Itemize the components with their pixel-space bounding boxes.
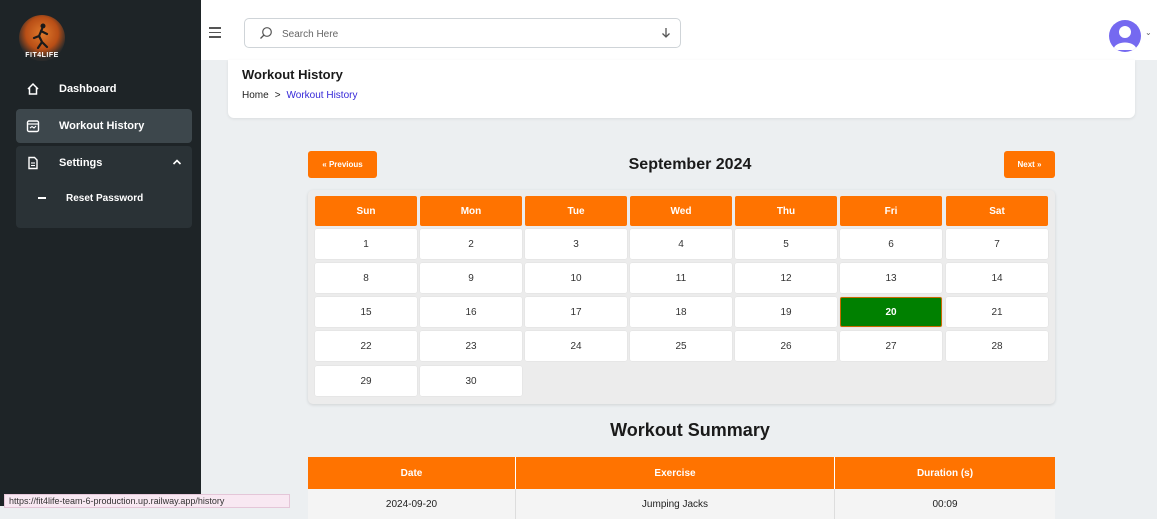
calendar-day-5[interactable]: 5	[735, 229, 837, 259]
runner-icon	[32, 23, 49, 49]
cell-date: 2024-09-20	[308, 489, 516, 519]
menu-icon[interactable]	[209, 27, 221, 41]
sidebar-subitem-reset-password[interactable]: Reset Password	[16, 180, 192, 216]
sidebar-item-workout-history[interactable]: Workout History	[16, 109, 192, 143]
sidebar-item-label: Dashboard	[59, 83, 117, 95]
calendar-day-19[interactable]: 19	[735, 297, 837, 327]
calendar-day-9[interactable]: 9	[420, 263, 522, 293]
calendar-day-25[interactable]: 25	[630, 331, 732, 361]
calendar-day-17[interactable]: 17	[525, 297, 627, 327]
calendar-day-18[interactable]: 18	[630, 297, 732, 327]
calendar-day-1[interactable]: 1	[315, 229, 417, 259]
document-icon	[26, 156, 40, 170]
sidebar-item-dashboard[interactable]: Dashboard	[16, 72, 192, 106]
calendar-day-6[interactable]: 6	[840, 229, 942, 259]
calendar-day-8[interactable]: 8	[315, 263, 417, 293]
calendar-grid: Sun Mon Tue Wed Thu Fri Sat 1 2 3 4 5 6 7 8 9 10 11 12 13 14…	[308, 190, 1055, 404]
page-title: Workout History	[242, 67, 343, 82]
breadcrumb: Home > Workout History	[242, 90, 357, 101]
cell-duration: 00:09	[932, 498, 958, 510]
weekday-header-sun: Sun	[315, 196, 417, 226]
sidebar-subitem-label: Reset Password	[66, 192, 144, 204]
table-row: 2024-09-20 Jumping Jacks 00:09	[308, 489, 1055, 519]
search-icon	[259, 26, 273, 45]
sidebar-item-label: Workout History	[59, 120, 145, 132]
weekday-header-mon: Mon	[420, 196, 522, 226]
calendar-day-4[interactable]: 4	[630, 229, 732, 259]
sidebar-nav: Dashboard Workout History Settings Reset…	[16, 72, 192, 228]
weekday-header-tue: Tue	[525, 196, 627, 226]
search-input[interactable]	[280, 25, 614, 43]
column-header-date: Date	[308, 457, 516, 489]
search-box	[244, 18, 681, 48]
weekday-header-thu: Thu	[735, 196, 837, 226]
column-header-exercise: Exercise	[516, 457, 835, 489]
calendar-day-20[interactable]: 20	[840, 297, 942, 327]
chevron-down-icon[interactable]: ⌄	[1145, 28, 1152, 37]
chevron-up-icon	[172, 157, 182, 169]
download-arrow-icon[interactable]	[660, 26, 672, 45]
calendar-day-14[interactable]: 14	[946, 263, 1048, 293]
cell-exercise: Jumping Jacks	[516, 489, 835, 519]
calendar-day-13[interactable]: 13	[840, 263, 942, 293]
app-logo[interactable]: FIT4LIFE	[19, 15, 65, 61]
sidebar-item-label: Settings	[59, 157, 103, 169]
calendar-day-23[interactable]: 23	[420, 331, 522, 361]
calendar-day-12[interactable]: 12	[735, 263, 837, 293]
summary-title: Workout Summary	[610, 420, 770, 440]
calendar-day-3[interactable]: 3	[525, 229, 627, 259]
sidebar-item-settings[interactable]: Settings	[16, 146, 192, 180]
calendar-day-22[interactable]: 22	[315, 331, 417, 361]
calendar-day-7[interactable]: 7	[946, 229, 1048, 259]
calendar-day-24[interactable]: 24	[525, 331, 627, 361]
calendar-day-10[interactable]: 10	[525, 263, 627, 293]
settings-group: Settings Reset Password	[16, 146, 192, 228]
breadcrumb-current[interactable]: Workout History	[287, 90, 358, 101]
dash-icon	[38, 197, 46, 199]
user-avatar-icon[interactable]	[1109, 20, 1141, 52]
calendar-day-21[interactable]: 21	[946, 297, 1048, 327]
calendar-day-28[interactable]: 28	[946, 331, 1048, 361]
breadcrumb-separator: >	[274, 90, 281, 101]
topbar: ⌄	[201, 0, 1157, 60]
summary-header: Date Exercise Duration (s)	[308, 457, 1055, 489]
column-header-duration: Duration (s)	[916, 467, 974, 479]
month-title: September 2024	[628, 156, 752, 173]
page-header: Workout History Home > Workout History	[228, 60, 1135, 118]
calendar-day-11[interactable]: 11	[630, 263, 732, 293]
calendar-day-27[interactable]: 27	[840, 331, 942, 361]
summary-table: Date Exercise Duration (s) 2024-09-20 Ju…	[308, 457, 1055, 519]
previous-month-button[interactable]: « Previous	[308, 151, 377, 178]
weekday-header-wed: Wed	[630, 196, 732, 226]
home-icon	[26, 82, 40, 96]
calendar-day-2[interactable]: 2	[420, 229, 522, 259]
calendar-day-26[interactable]: 26	[735, 331, 837, 361]
calendar-day-30[interactable]: 30	[420, 366, 522, 396]
calendar-icon	[26, 119, 40, 133]
calendar-day-29[interactable]: 29	[315, 366, 417, 396]
calendar-day-16[interactable]: 16	[420, 297, 522, 327]
sidebar: FIT4LIFE Dashboard Workout History Setti…	[0, 0, 201, 506]
weekday-header-sat: Sat	[946, 196, 1048, 226]
logo-text: FIT4LIFE	[25, 52, 59, 59]
breadcrumb-home[interactable]: Home	[242, 90, 269, 101]
next-month-button[interactable]: Next »	[1004, 151, 1055, 178]
calendar-day-15[interactable]: 15	[315, 297, 417, 327]
weekday-header-fri: Fri	[840, 196, 942, 226]
